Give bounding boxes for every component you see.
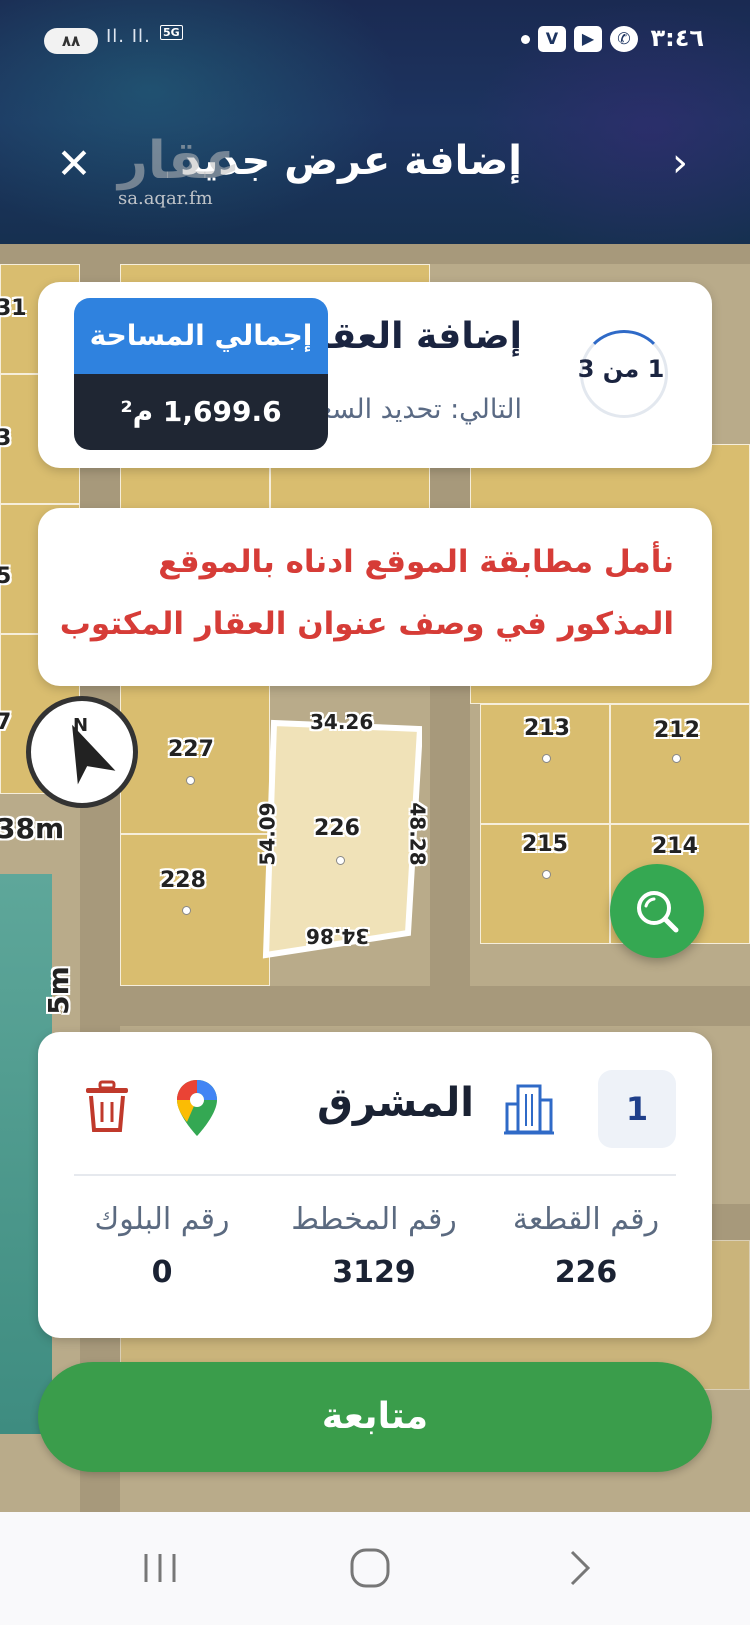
block-number-column: رقم البلوك 0 (62, 1202, 262, 1290)
watermark: عقار sa.aqar.fm (118, 134, 240, 209)
plot-marker (186, 776, 195, 785)
battery-indicator: ٨٨ (44, 28, 98, 54)
location-notice-card: نأمل مطابقة الموقع ادناه بالموقع المذكور… (38, 508, 712, 686)
home-icon[interactable] (340, 1540, 400, 1596)
block-number-value: 0 (151, 1255, 173, 1290)
plot-label: 227 (168, 737, 214, 762)
notice-line-1: نأمل مطابقة الموقع ادناه بالموقع (158, 544, 674, 580)
watermark-url: sa.aqar.fm (118, 188, 213, 209)
plan-number-value: 3129 (332, 1255, 416, 1290)
dimension-label: 54.09 (255, 802, 280, 866)
next-step-label: التالي: تحديد السعر (304, 394, 522, 425)
plan-number-label: رقم المخطط (291, 1202, 457, 1237)
plot-marker (542, 870, 551, 879)
step-card: 1 من 3 إضافة العقار التالي: تحديد السعر … (38, 282, 712, 468)
back-button[interactable]: › (672, 140, 688, 186)
plan-number-column: رقم المخطط 3129 (274, 1202, 474, 1290)
dot-icon (521, 34, 530, 44)
step-title: إضافة العقار (297, 316, 522, 357)
plot-marker (336, 856, 345, 865)
continue-button[interactable]: متابعة (38, 1362, 712, 1472)
district-name: المشرق (317, 1080, 474, 1126)
edge-label: 7 (0, 710, 12, 735)
plot-label: 226 (314, 816, 360, 841)
plot-number-label: رقم القطعة (512, 1202, 660, 1237)
edge-label: 31 (0, 296, 27, 321)
property-index-badge: 1 (598, 1070, 676, 1148)
compass-icon[interactable]: N (26, 696, 138, 808)
total-area-box: إجمالي المساحة 1,699.6 م² (74, 298, 328, 450)
notice-line-2: المذكور في وصف عنوان العقار المكتوب (59, 606, 674, 642)
dimension-label: 34.26 (310, 710, 374, 734)
total-area-value: 1,699.6 م² (74, 374, 328, 450)
property-info-card: 1 المشرق رقم القطعة 226 رقم المخطط 3129 … (38, 1032, 712, 1338)
plot-number-value: 226 (554, 1255, 618, 1290)
back-nav-icon[interactable] (550, 1540, 610, 1596)
plot-label: 228 (160, 868, 206, 893)
recent-apps-icon[interactable] (130, 1540, 190, 1596)
plot-marker (182, 906, 191, 915)
divider (74, 1174, 676, 1176)
step-counter: 1 من 3 (577, 355, 665, 383)
edge-label: 3 (0, 426, 12, 451)
system-nav-bar (0, 1512, 750, 1625)
youtube-icon: ▶ (574, 26, 602, 52)
v-app-icon: V (538, 26, 566, 52)
plot-label: 212 (654, 718, 700, 743)
whatsapp-icon: ✆ (610, 26, 638, 52)
plot-label: 215 (522, 832, 568, 857)
total-area-label: إجمالي المساحة (74, 298, 328, 374)
trash-icon[interactable] (84, 1080, 130, 1134)
scale-label: 38m (0, 812, 65, 845)
notification-icons: V ▶ ✆ (521, 26, 638, 52)
status-bar: ٨٨ Il. Il. 5G V ▶ ✆ ٣:٤٦ (0, 18, 750, 62)
network-type: 5G (160, 25, 183, 40)
plot-number-column: رقم القطعة 226 (486, 1202, 686, 1290)
block-number-label: رقم البلوك (94, 1202, 230, 1237)
dimension-label: 34.86 (306, 924, 370, 948)
road (100, 986, 750, 1026)
dimension-label: 48.28 (405, 802, 430, 866)
edge-label: 5 (0, 564, 12, 589)
plot-label: 214 (652, 834, 698, 859)
google-maps-icon[interactable] (174, 1078, 220, 1138)
scale-label: 5m (41, 966, 75, 1015)
close-button[interactable]: ✕ (52, 142, 96, 186)
building-icon (504, 1084, 554, 1135)
parcel (120, 834, 270, 986)
signal-icon: Il. Il. (106, 26, 151, 47)
watermark-logo: عقار (118, 131, 241, 191)
plot-marker (542, 754, 551, 763)
compass-north-label: N (73, 715, 89, 736)
search-map-button[interactable] (610, 864, 704, 958)
app-header: ٨٨ Il. Il. 5G V ▶ ✆ ٣:٤٦ ✕ عقار sa.aqar.… (0, 0, 750, 244)
plot-label: 213 (524, 716, 570, 741)
search-icon (637, 891, 679, 933)
clock: ٣:٤٦ (650, 24, 704, 52)
step-progress-ring: 1 من 3 (578, 330, 668, 418)
plot-marker (672, 754, 681, 763)
